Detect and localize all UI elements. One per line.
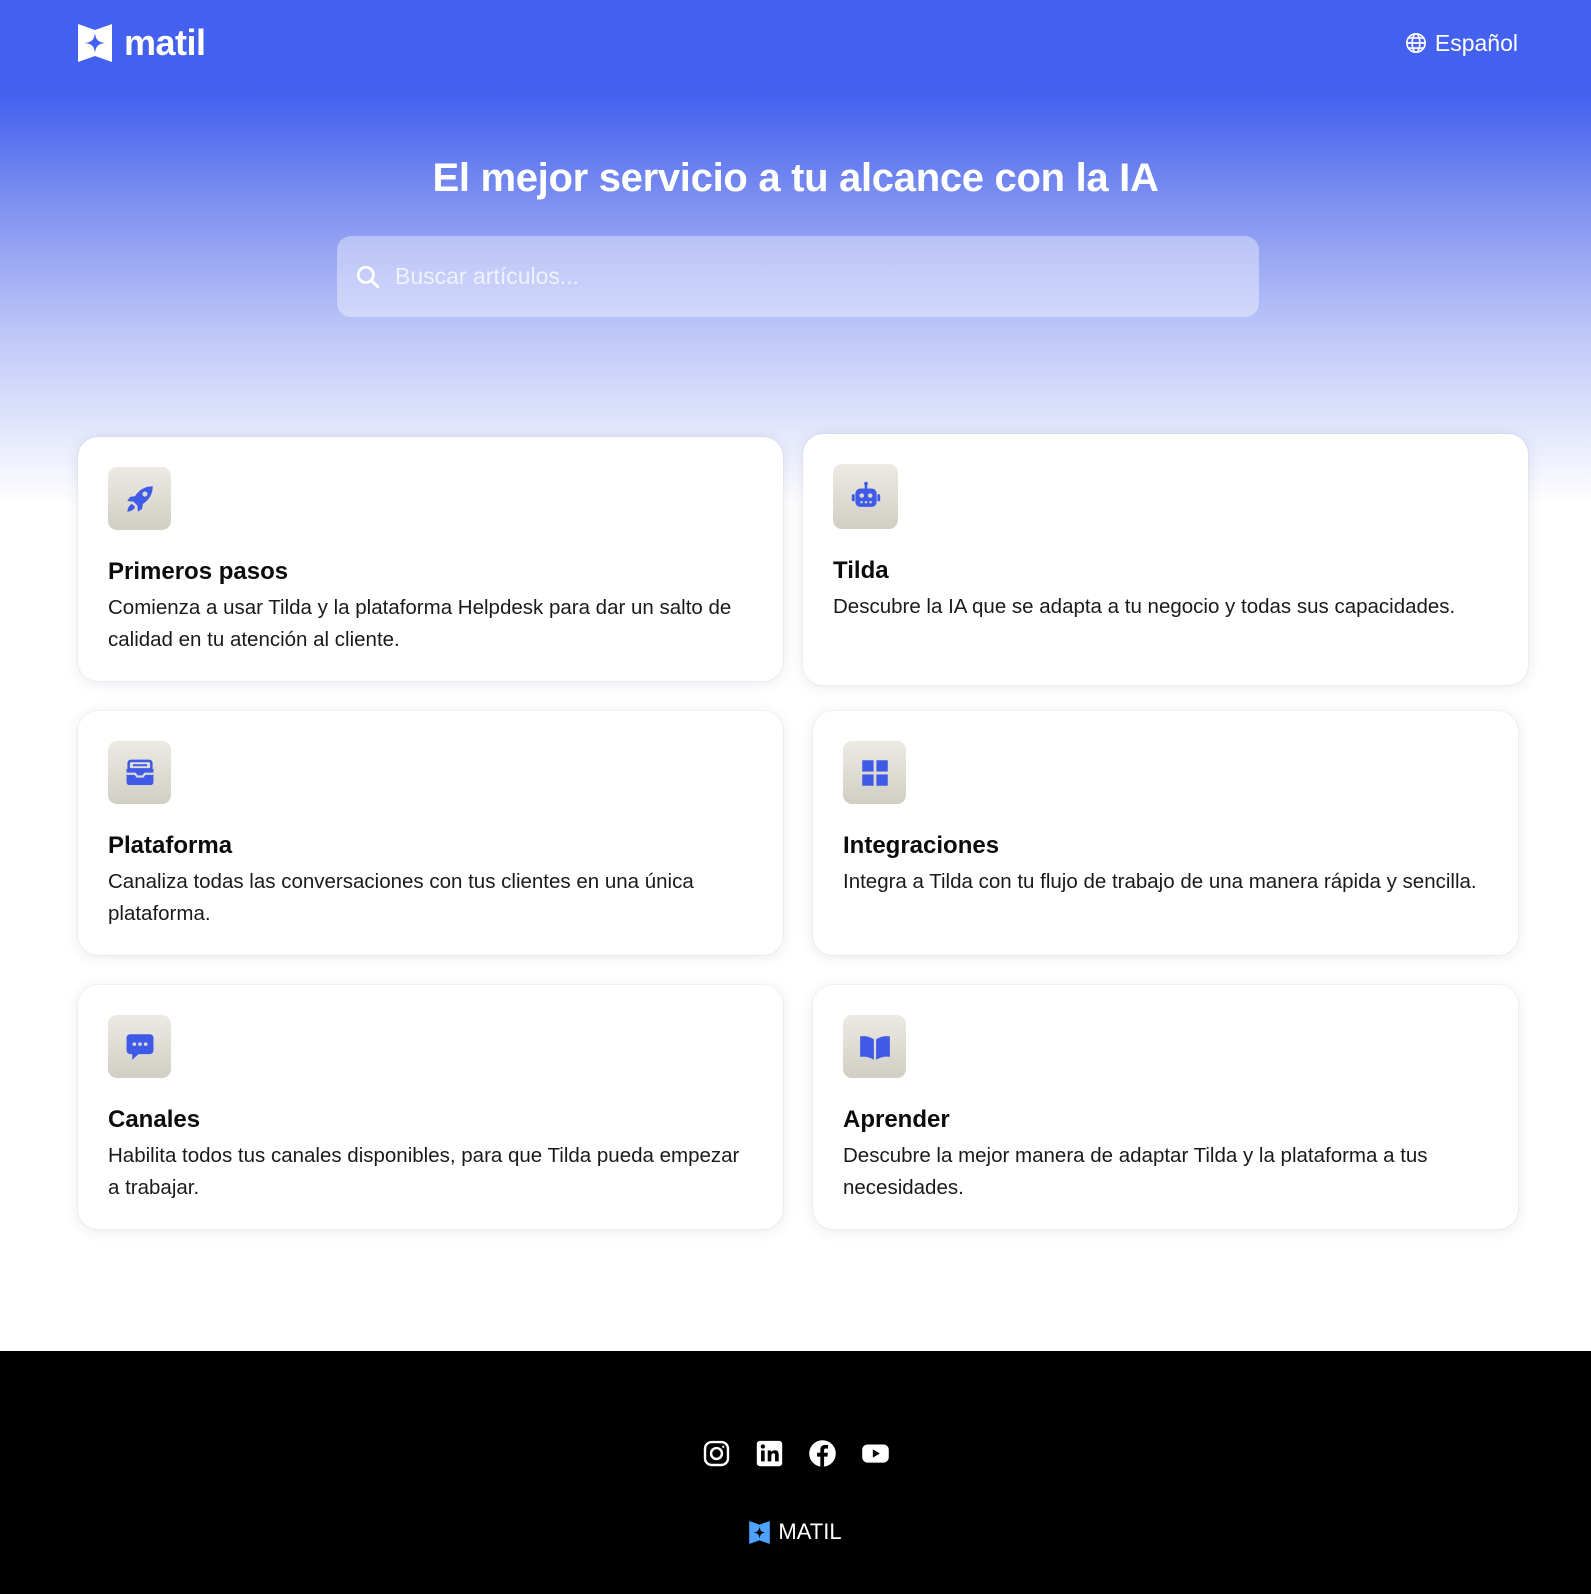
category-icon-box (843, 1015, 906, 1078)
search-bar[interactable] (337, 236, 1259, 317)
category-title: Primeros pasos (108, 558, 289, 585)
category-card-plataforma[interactable]: Plataforma Canaliza todas las conversaci… (78, 711, 783, 955)
youtube-link[interactable] (861, 1439, 890, 1468)
inbox-icon (126, 759, 153, 785)
category-description: Habilita todos tus canales disponibles, … (108, 1144, 740, 1199)
book-icon (859, 1035, 890, 1060)
category-title: Canales (108, 1106, 201, 1133)
category-icon-box (833, 464, 898, 529)
category-description: Descubre la mejor manera de adaptar Tild… (843, 1144, 1428, 1199)
matil-logo-icon (749, 1520, 771, 1544)
linkedin-icon (756, 1440, 782, 1467)
brand-name: matil (124, 22, 206, 63)
robot-icon (851, 481, 880, 507)
footer: MATIL (0, 1351, 1591, 1594)
category-card-integraciones[interactable]: Integraciones Integra a Tilda con tu flu… (813, 711, 1518, 955)
facebook-icon (808, 1440, 836, 1467)
category-description: Canaliza todas las conversaciones con tu… (108, 870, 694, 925)
language-label: Español (1434, 29, 1518, 56)
category-card-primeros-pasos[interactable]: Primeros pasos Comienza a usar Tilda y l… (78, 437, 783, 681)
category-description: Integra a Tilda con tu flujo de trabajo … (843, 870, 1477, 893)
linkedin-link[interactable] (755, 1439, 784, 1468)
category-card-aprender[interactable]: Aprender Descubre la mejor manera de ada… (813, 985, 1518, 1229)
chat-bubble-icon (126, 1033, 153, 1060)
youtube-icon (861, 1444, 889, 1463)
matil-logo-icon (78, 24, 112, 62)
category-card-canales[interactable]: Canales Habilita todos tus canales dispo… (78, 985, 783, 1229)
category-card-tilda[interactable]: Tilda Descubre la IA que se adapta a tu … (803, 434, 1528, 685)
category-description: Descubre la IA que se adapta a tu negoci… (833, 595, 1456, 618)
footer-brand[interactable]: MATIL (0, 1519, 1591, 1545)
category-icon-box (843, 741, 906, 804)
category-icon-box (108, 741, 171, 804)
category-icon-box (108, 467, 171, 530)
category-description: Comienza a usar Tilda y la plataforma He… (108, 596, 732, 651)
language-selector[interactable]: Español (1405, 30, 1518, 57)
facebook-link[interactable] (808, 1439, 837, 1468)
category-title: Plataforma (108, 832, 233, 859)
rocket-icon (126, 485, 153, 512)
globe-icon (1405, 33, 1426, 53)
search-input[interactable] (395, 263, 1215, 290)
category-title: Tilda (833, 557, 889, 584)
instagram-link[interactable] (702, 1439, 731, 1468)
social-links (0, 1439, 1591, 1468)
category-icon-box (108, 1015, 171, 1078)
search-icon (356, 265, 380, 288)
top-bar: matil Español (78, 20, 1518, 66)
category-title: Aprender (843, 1106, 950, 1133)
grid-icon (861, 759, 888, 786)
instagram-icon (703, 1440, 729, 1467)
page-title: El mejor servicio a tu alcance con la IA (432, 156, 1159, 200)
category-title: Integraciones (843, 832, 1000, 859)
footer-brand-name: MATIL (778, 1519, 842, 1544)
logo[interactable]: matil (78, 22, 206, 64)
